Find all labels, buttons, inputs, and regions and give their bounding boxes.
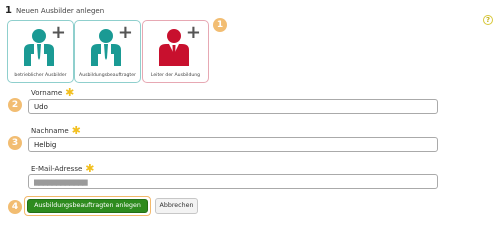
card-ausbildungsbeauftragter[interactable]: + Ausbildungsbeauftragter	[74, 20, 141, 83]
card-label: Ausbildungsbeauftragter	[79, 73, 136, 78]
plus-icon: +	[117, 22, 133, 43]
vorname-input[interactable]	[28, 99, 438, 114]
plus-icon: +	[50, 22, 66, 43]
nachname-input[interactable]	[28, 137, 438, 152]
step-number: 1	[5, 5, 12, 16]
card-label: Leiter der Ausbildung	[150, 73, 201, 78]
required-icon: ✱	[71, 124, 81, 137]
vorname-label-text: Vorname	[31, 89, 63, 97]
email-label-text: E-Mail-Adresse	[31, 165, 83, 173]
vorname-label: Vorname ✱	[31, 86, 74, 99]
help-icon[interactable]: ?	[483, 15, 493, 25]
required-icon: ✱	[65, 86, 75, 99]
step-badge-2: 2	[8, 98, 22, 112]
step-heading: 1 Neuen Ausbilder anlegen	[5, 5, 104, 16]
email-input[interactable]	[28, 174, 438, 189]
step-badge-4: 4	[8, 200, 22, 214]
step-title: Neuen Ausbilder anlegen	[15, 7, 105, 15]
create-trainer-button[interactable]: Ausbildungsbeauftragten anlegen	[27, 199, 148, 213]
plus-icon: +	[185, 22, 201, 43]
step-badge-1: 1	[213, 18, 227, 32]
card-leiter-der-ausbildung[interactable]: + Leiter der Ausbildung	[142, 20, 209, 83]
step-badge-3: 3	[8, 136, 22, 150]
card-betrieblicher-ausbilder[interactable]: + betrieblicher Ausbilder	[7, 20, 74, 83]
card-label: betrieblicher Ausbilder	[14, 73, 67, 78]
nachname-label: Nachname ✱	[31, 124, 81, 137]
nachname-label-text: Nachname	[31, 127, 69, 135]
cancel-button[interactable]: Abbrechen	[155, 198, 198, 214]
submit-button-highlight: Ausbildungsbeauftragten anlegen	[24, 196, 151, 216]
